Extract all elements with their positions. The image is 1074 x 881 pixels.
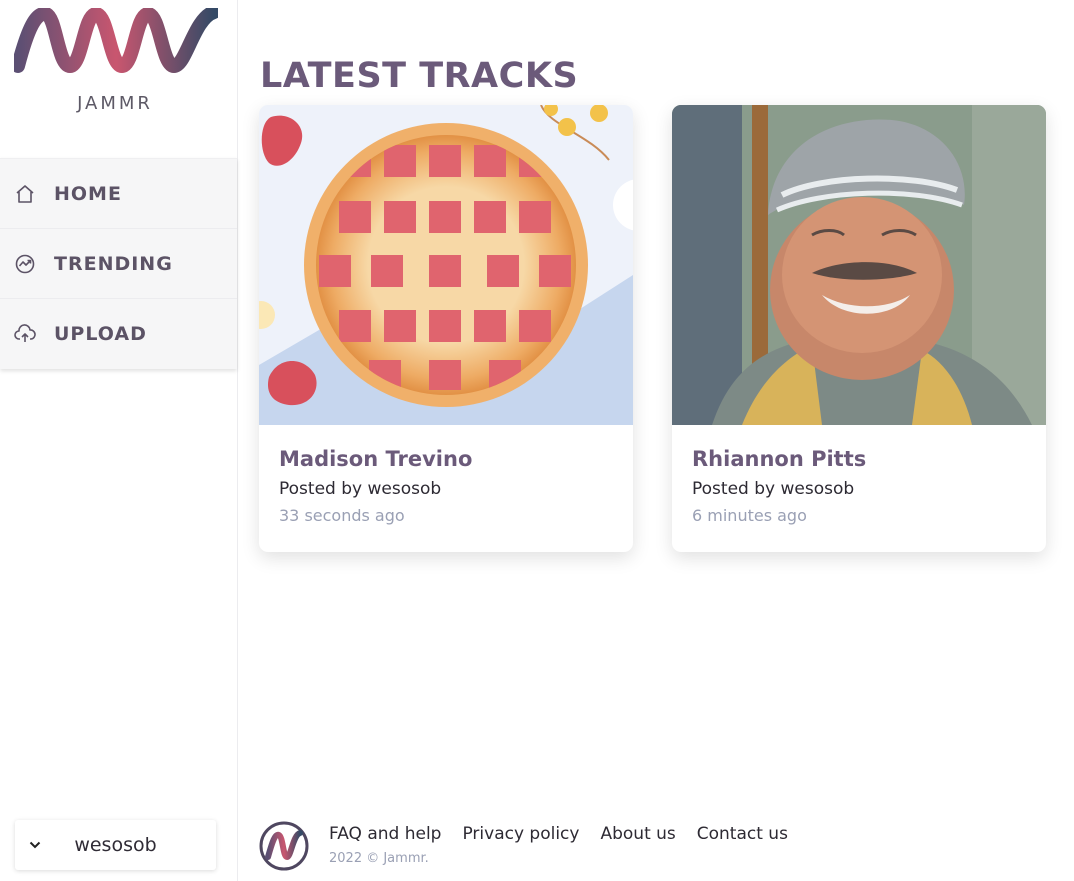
- sidebar: JAMMR HOME TRENDING UPLOAD wesosob: [0, 0, 238, 881]
- track-author: Posted by wesosob: [692, 479, 855, 499]
- footer-link-about[interactable]: About us: [600, 824, 675, 844]
- track-card[interactable]: Rhiannon Pitts Posted by wesosob 6 minut…: [672, 105, 1046, 552]
- track-card[interactable]: Madison Trevino Posted by wesosob 33 sec…: [259, 105, 633, 552]
- track-timestamp: 6 minutes ago: [692, 506, 807, 525]
- track-cover-image: [672, 105, 1046, 425]
- sidebar-nav: HOME TRENDING UPLOAD: [0, 158, 237, 369]
- sidebar-item-label: UPLOAD: [54, 323, 147, 345]
- home-icon: [14, 183, 36, 205]
- brand-name: JAMMR: [77, 93, 153, 114]
- copyright: 2022 © Jammr.: [329, 851, 429, 866]
- sidebar-item-trending[interactable]: TRENDING: [0, 229, 237, 299]
- track-card-body: Rhiannon Pitts Posted by wesosob 6 minut…: [672, 425, 1046, 525]
- footer-link-contact[interactable]: Contact us: [697, 824, 788, 844]
- track-title[interactable]: Rhiannon Pitts: [692, 447, 1026, 471]
- footer-link-privacy[interactable]: Privacy policy: [462, 824, 579, 844]
- sidebar-item-label: HOME: [54, 182, 122, 205]
- trending-icon: [14, 253, 36, 275]
- sidebar-item-label: TRENDING: [54, 252, 173, 275]
- track-timestamp: 33 seconds ago: [279, 506, 405, 525]
- track-card-body: Madison Trevino Posted by wesosob 33 sec…: [259, 425, 633, 525]
- page-title: LATEST TRACKS: [260, 56, 579, 96]
- track-author: Posted by wesosob: [279, 479, 442, 499]
- track-cover-image: [259, 105, 633, 425]
- chevron-down-icon: [15, 841, 55, 849]
- app-root: JAMMR HOME TRENDING UPLOAD wesosob LATES…: [0, 0, 1074, 881]
- user-menu-button[interactable]: wesosob: [15, 820, 216, 870]
- sidebar-item-home[interactable]: HOME: [0, 159, 237, 229]
- footer-links: FAQ and help Privacy policy About us Con…: [329, 824, 788, 844]
- track-title[interactable]: Madison Trevino: [279, 447, 613, 471]
- jammr-logo[interactable]: [14, 8, 218, 74]
- sidebar-item-upload[interactable]: UPLOAD: [0, 299, 237, 369]
- footer-logo[interactable]: [259, 821, 309, 871]
- cloud-upload-icon: [14, 323, 36, 345]
- username: wesosob: [74, 834, 157, 856]
- footer-link-faq[interactable]: FAQ and help: [329, 824, 441, 844]
